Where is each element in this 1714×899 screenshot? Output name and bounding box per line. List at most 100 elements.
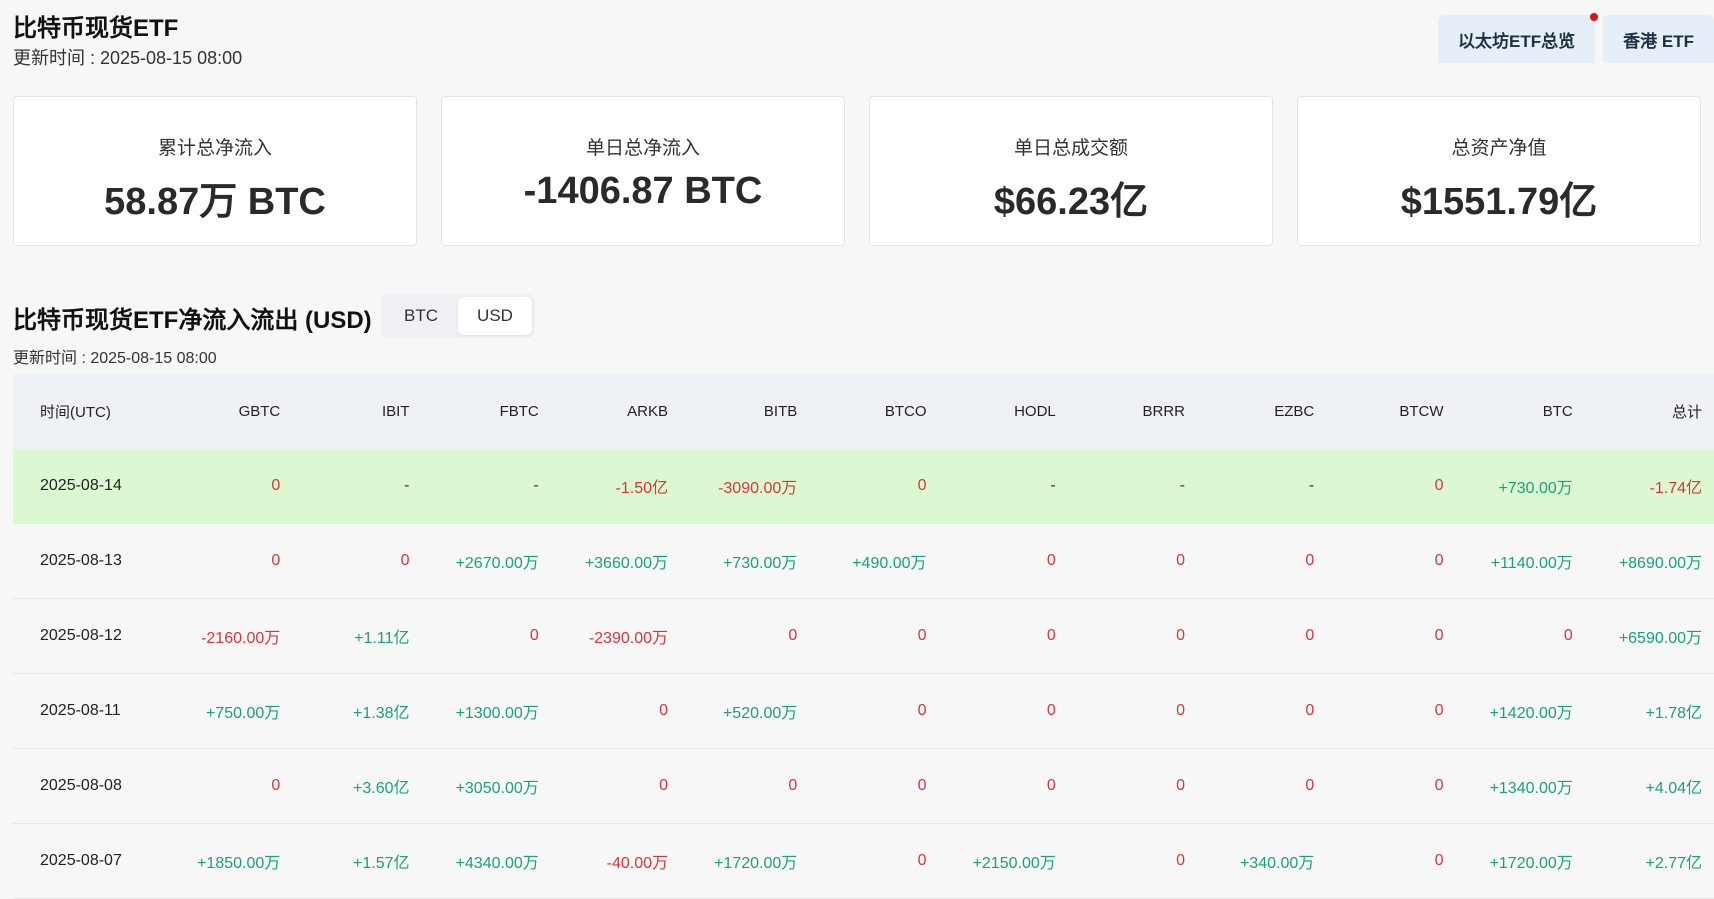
row-date: 2025-08-11 xyxy=(13,673,163,749)
table-cell: - xyxy=(292,449,422,524)
table-row: 2025-08-07 +1850.00万 +1.57亿 +4340.00万 -40.00… xyxy=(13,823,1714,899)
flows-table: 时间(UTC) GBTC IBIT FBTC ARKB BITB BTCO HODL BRRR E… xyxy=(13,374,1714,899)
column-header: BTCW xyxy=(1326,374,1456,449)
table-cell: +1300.00万 xyxy=(421,673,551,749)
column-header: GBTC xyxy=(163,374,293,449)
table-cell: 0 xyxy=(809,748,939,824)
table-cell: -2390.00万 xyxy=(550,598,680,674)
table-row: 2025-08-14 0- - -1.50亿 -3090.00万 0- - -0 +730.00… xyxy=(13,449,1714,524)
column-header: IBIT xyxy=(292,374,422,449)
table-cell: +1340.00万 xyxy=(1455,748,1585,824)
table-cell: +1720.00万 xyxy=(1455,823,1585,899)
table-cell: -40.00万 xyxy=(550,823,680,899)
card-value: $1551.79亿 xyxy=(1400,181,1598,223)
table-row: 2025-08-08 0 +3.60亿 +3050.00万 0 0 0 0 0 0 0 +1340.0… xyxy=(13,748,1714,824)
table-cell: 0 xyxy=(1326,673,1456,749)
table-cell: 0 xyxy=(1067,673,1197,749)
table-cell: +520.00万 xyxy=(680,673,810,749)
card-daily-inflow: 单日总净流入 -1406.87 BTC xyxy=(441,96,845,246)
table-cell: 0 xyxy=(809,823,939,899)
table-cell: 0 xyxy=(1326,523,1456,599)
card-daily-volume: 单日总成交额 $66.23亿 xyxy=(869,96,1273,246)
table-cell: +1140.00万 xyxy=(1455,523,1585,599)
table-cell: - xyxy=(1197,449,1327,524)
table-cell: 0 xyxy=(1197,598,1327,674)
table-cell: +6590.00万 xyxy=(1584,598,1714,674)
row-date: 2025-08-07 xyxy=(13,823,163,899)
table-cell: +3050.00万 xyxy=(421,748,551,824)
table-cell: +8690.00万 xyxy=(1584,523,1714,599)
table-cell: +1420.00万 xyxy=(1455,673,1585,749)
table-cell: 0 xyxy=(1197,673,1327,749)
table-cell: 0 xyxy=(1326,598,1456,674)
column-header: HODL xyxy=(938,374,1068,449)
table-cell: +1.78亿 xyxy=(1584,673,1714,749)
card-label: 单日总成交额 xyxy=(1013,138,1128,159)
notification-dot-icon xyxy=(1590,13,1599,21)
table-row: 2025-08-12 -2160.00万 +1.11亿 0 -2390.00万 0 0 0 0 0… xyxy=(13,598,1714,674)
table-cell: - xyxy=(1067,449,1197,524)
table-cell: +4340.00万 xyxy=(421,823,551,899)
table-body: 2025-08-14 0- - -1.50亿 -3090.00万 0- - -0 +730.00… xyxy=(13,449,1714,899)
card-total-nav: 总资产净值 $1551.79亿 xyxy=(1297,96,1701,246)
table-cell: 0 xyxy=(1067,748,1197,824)
table-cell: - xyxy=(938,449,1068,524)
card-cumulative-inflow: 累计总净流入 58.87万 BTC xyxy=(13,96,417,246)
table-cell: +1850.00万 xyxy=(163,823,293,899)
toggle-usd[interactable]: USD xyxy=(458,297,532,335)
table-cell: +340.00万 xyxy=(1197,823,1327,899)
table-cell: +2670.00万 xyxy=(421,523,551,599)
section-title: 比特币现货ETF净流入流出 (USD) xyxy=(13,307,372,334)
section-update-time: 更新时间 : 2025-08-15 08:00 xyxy=(13,350,217,367)
table-cell: +2150.00万 xyxy=(938,823,1068,899)
eth-etf-overview-button[interactable]: 以太坊ETF总览 xyxy=(1438,13,1599,63)
column-header: ARKB xyxy=(550,374,680,449)
row-date: 2025-08-14 xyxy=(13,449,163,524)
table-cell: 0 xyxy=(292,523,422,599)
table-cell: +1.38亿 xyxy=(292,673,422,749)
table-cell: +1.11亿 xyxy=(292,598,422,674)
table-cell: +3.60亿 xyxy=(292,748,422,824)
eth-etf-overview-label: 以太坊ETF总览 xyxy=(1458,31,1576,51)
card-label: 总资产净值 xyxy=(1451,138,1547,159)
table-cell: 0 xyxy=(1067,523,1197,599)
column-header: BTC xyxy=(1455,374,1585,449)
table-row: 2025-08-11 +750.00万 +1.38亿 +1300.00万 0 +520.0… xyxy=(13,673,1714,749)
table-cell: 0 xyxy=(680,598,810,674)
table-cell: 0 xyxy=(1455,598,1585,674)
table-cell: +4.04亿 xyxy=(1584,748,1714,824)
table-cell: -1.74亿 xyxy=(1584,449,1714,524)
toggle-btc[interactable]: BTC xyxy=(384,297,458,335)
column-header: EZBC xyxy=(1197,374,1327,449)
table-cell: -2160.00万 xyxy=(163,598,293,674)
table-cell: - xyxy=(421,449,551,524)
column-header: FBTC xyxy=(421,374,551,449)
table-cell: 0 xyxy=(938,748,1068,824)
update-time: 更新时间 : 2025-08-15 08:00 xyxy=(13,48,243,68)
table-cell: 0 xyxy=(550,748,680,824)
table-cell: 0 xyxy=(163,748,293,824)
card-value: -1406.87 BTC xyxy=(523,170,763,212)
table-cell: 0 xyxy=(421,598,551,674)
table-cell: 0 xyxy=(938,523,1068,599)
table-cell: 0 xyxy=(1197,523,1327,599)
table-cell: 0 xyxy=(1326,823,1456,899)
column-header: BTCO xyxy=(809,374,939,449)
hk-etf-label: 香港 ETF xyxy=(1623,31,1694,51)
row-date: 2025-08-13 xyxy=(13,523,163,599)
table-cell: 0 xyxy=(680,748,810,824)
table-cell: 0 xyxy=(809,673,939,749)
table-cell: +1720.00万 xyxy=(680,823,810,899)
column-header: BRRR xyxy=(1067,374,1197,449)
table-cell: +1.57亿 xyxy=(292,823,422,899)
table-cell: 0 xyxy=(163,523,293,599)
table-cell: 0 xyxy=(1067,598,1197,674)
table-cell: 0 xyxy=(1067,823,1197,899)
table-cell: +3660.00万 xyxy=(550,523,680,599)
flows-table-container: 时间(UTC) GBTC IBIT FBTC ARKB BITB BTCO HODL BRRR E… xyxy=(13,374,1714,899)
card-value: $66.23亿 xyxy=(993,181,1149,223)
hk-etf-button[interactable]: 香港 ETF xyxy=(1603,15,1714,63)
unit-toggle: BTC USD xyxy=(381,294,535,338)
row-date: 2025-08-12 xyxy=(13,598,163,674)
card-label: 累计总净流入 xyxy=(157,138,272,159)
